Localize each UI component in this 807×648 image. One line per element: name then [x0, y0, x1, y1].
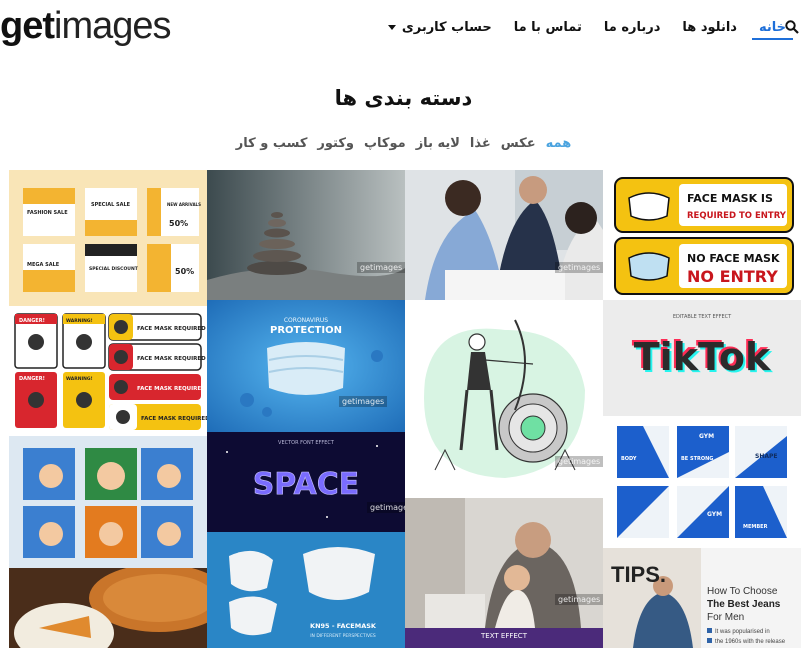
image-tile-text-effect[interactable]: TEXT EFFECT	[405, 628, 603, 648]
tile-text: SPECIAL DISCOUNT	[89, 266, 139, 272]
tile-text: FASHION SALE	[27, 210, 68, 216]
category-filters: همه عکس غذا لایه باز موکاپ وکتور کسب و ک…	[0, 136, 807, 151]
image-tile-mask-entry[interactable]: FACE MASK IS REQUIRED TO ENTRY NO FACE M…	[603, 170, 801, 300]
image-tile-tips-jeans[interactable]: TIPS. How To Choose The Best Jeans For M…	[603, 548, 801, 648]
tile-text: PROTECTION	[270, 325, 342, 336]
tile-text: The Best Jeans	[707, 599, 781, 610]
tile-text: FACE MASK REQUIRED	[137, 386, 206, 392]
tile-text: How To Choose	[707, 586, 778, 597]
tile-text: CORONAVIRUS	[284, 317, 328, 324]
image-tile-gym[interactable]: GYM BODY SHAPE BE STRONG GYM MEMBER	[603, 416, 801, 548]
main-nav: خانه دانلود ها درباره ما تماس با ما حساب…	[377, 0, 797, 54]
filter-all[interactable]: همه	[546, 136, 572, 151]
tile-text: SPECIAL SALE	[91, 202, 131, 208]
tile-text: FACE MASK REQUIRED	[137, 326, 206, 332]
tile-text: FACE MASK REQUIRED	[141, 416, 207, 422]
watermark: getimages	[555, 594, 603, 605]
tile-text: NEW ARRIVALS	[167, 202, 201, 207]
tile-text: 50%	[175, 267, 194, 276]
chevron-down-icon	[387, 24, 396, 30]
tile-text: MEGA SALE	[27, 262, 60, 268]
nav-account[interactable]: حساب کاربری	[377, 0, 503, 54]
tile-text: SHAPE	[755, 453, 777, 460]
image-tile-kn95[interactable]: KN95 - FACEMASK IN DIFFERENT PERSPECTIVE…	[207, 532, 405, 648]
watermark: getimages	[555, 456, 603, 467]
tile-text: WARNING!	[66, 318, 93, 324]
tile-text: SPACE	[253, 467, 360, 502]
tile-text: KN95 - FACEMASK	[310, 622, 377, 630]
filter-food[interactable]: غذا	[470, 136, 491, 151]
tile-text: REQUIRED TO ENTRY	[687, 211, 787, 221]
image-tile-pie[interactable]	[9, 568, 207, 648]
filter-layered[interactable]: لایه باز	[416, 136, 460, 151]
image-tile-protection[interactable]: CORONAVIRUS PROTECTION getimages	[207, 300, 405, 432]
tile-text: 50%	[169, 219, 188, 228]
site-logo[interactable]: getimages	[0, 4, 171, 48]
tile-text: DANGER!	[19, 376, 45, 382]
image-tile-stones[interactable]: getimages	[207, 170, 405, 300]
tile-text: TEXT EFFECT	[481, 632, 527, 640]
image-tile-business-meeting[interactable]: getimages	[405, 170, 603, 300]
tile-text: TikTok	[634, 335, 771, 379]
filter-business[interactable]: کسب و کار	[236, 136, 308, 151]
tile-text: IN DIFFERENT PERSPECTIVES	[310, 633, 376, 639]
watermark: getimages	[555, 262, 603, 273]
search-icon[interactable]	[783, 0, 801, 54]
filter-mockup[interactable]: موکاپ	[364, 136, 406, 151]
tile-text: It was popularised in	[715, 629, 770, 635]
filter-vector[interactable]: وکتور	[317, 136, 354, 151]
nav-about[interactable]: درباره ما	[593, 0, 672, 54]
tile-text: FACE MASK IS	[687, 192, 773, 205]
image-grid: FASHION SALE SPECIAL SALE NEW ARRIVALS 5…	[9, 170, 801, 648]
tile-text: DANGER!	[19, 318, 45, 324]
page-title: دسته بندی ها	[334, 86, 473, 110]
nav-account-label: حساب کاربری	[401, 19, 492, 35]
tile-text: FACE MASK REQUIRED	[137, 356, 206, 362]
tile-text: TIPS.	[611, 562, 666, 587]
tile-text: NO FACE MASK	[687, 252, 780, 265]
tile-text: BE STRONG	[681, 456, 713, 462]
tile-text: GYM	[707, 511, 722, 518]
tile-text: For Men	[707, 612, 744, 623]
tile-text: NO ENTRY	[687, 267, 778, 286]
tile-text: BODY	[621, 456, 637, 462]
tile-text: EDITABLE TEXT EFFECT	[673, 314, 732, 320]
nav-contact[interactable]: تماس با ما	[503, 0, 593, 54]
watermark: getimages	[367, 502, 405, 513]
filter-photo[interactable]: عکس	[501, 136, 536, 151]
image-tile-tiktok[interactable]: EDITABLE TEXT EFFECT TikTok TikTok TikTo…	[603, 300, 801, 416]
image-tile-space[interactable]: VECTOR FONT EFFECT SPACE getimages	[207, 432, 405, 532]
image-tile-father-child[interactable]: getimages	[405, 498, 603, 628]
watermark: getimages	[339, 396, 388, 407]
tile-text: VECTOR FONT EFFECT	[278, 440, 335, 446]
tile-text: WARNING!	[66, 376, 93, 382]
image-tile-danger-signs[interactable]: DANGER! WARNING! DANGER! WARNING! FACE M…	[9, 306, 207, 436]
tile-text: the 1960s with the release	[715, 639, 786, 645]
nav-downloads[interactable]: دانلود ها	[671, 0, 748, 54]
watermark: getimages	[357, 262, 405, 273]
image-tile-archer[interactable]: getimages	[405, 300, 603, 498]
tile-text: GYM	[699, 433, 714, 440]
tile-text: MEMBER	[743, 524, 768, 530]
image-tile-fashion-sale[interactable]: FASHION SALE SPECIAL SALE NEW ARRIVALS 5…	[9, 170, 207, 306]
image-tile-back-to-school[interactable]	[9, 436, 207, 568]
